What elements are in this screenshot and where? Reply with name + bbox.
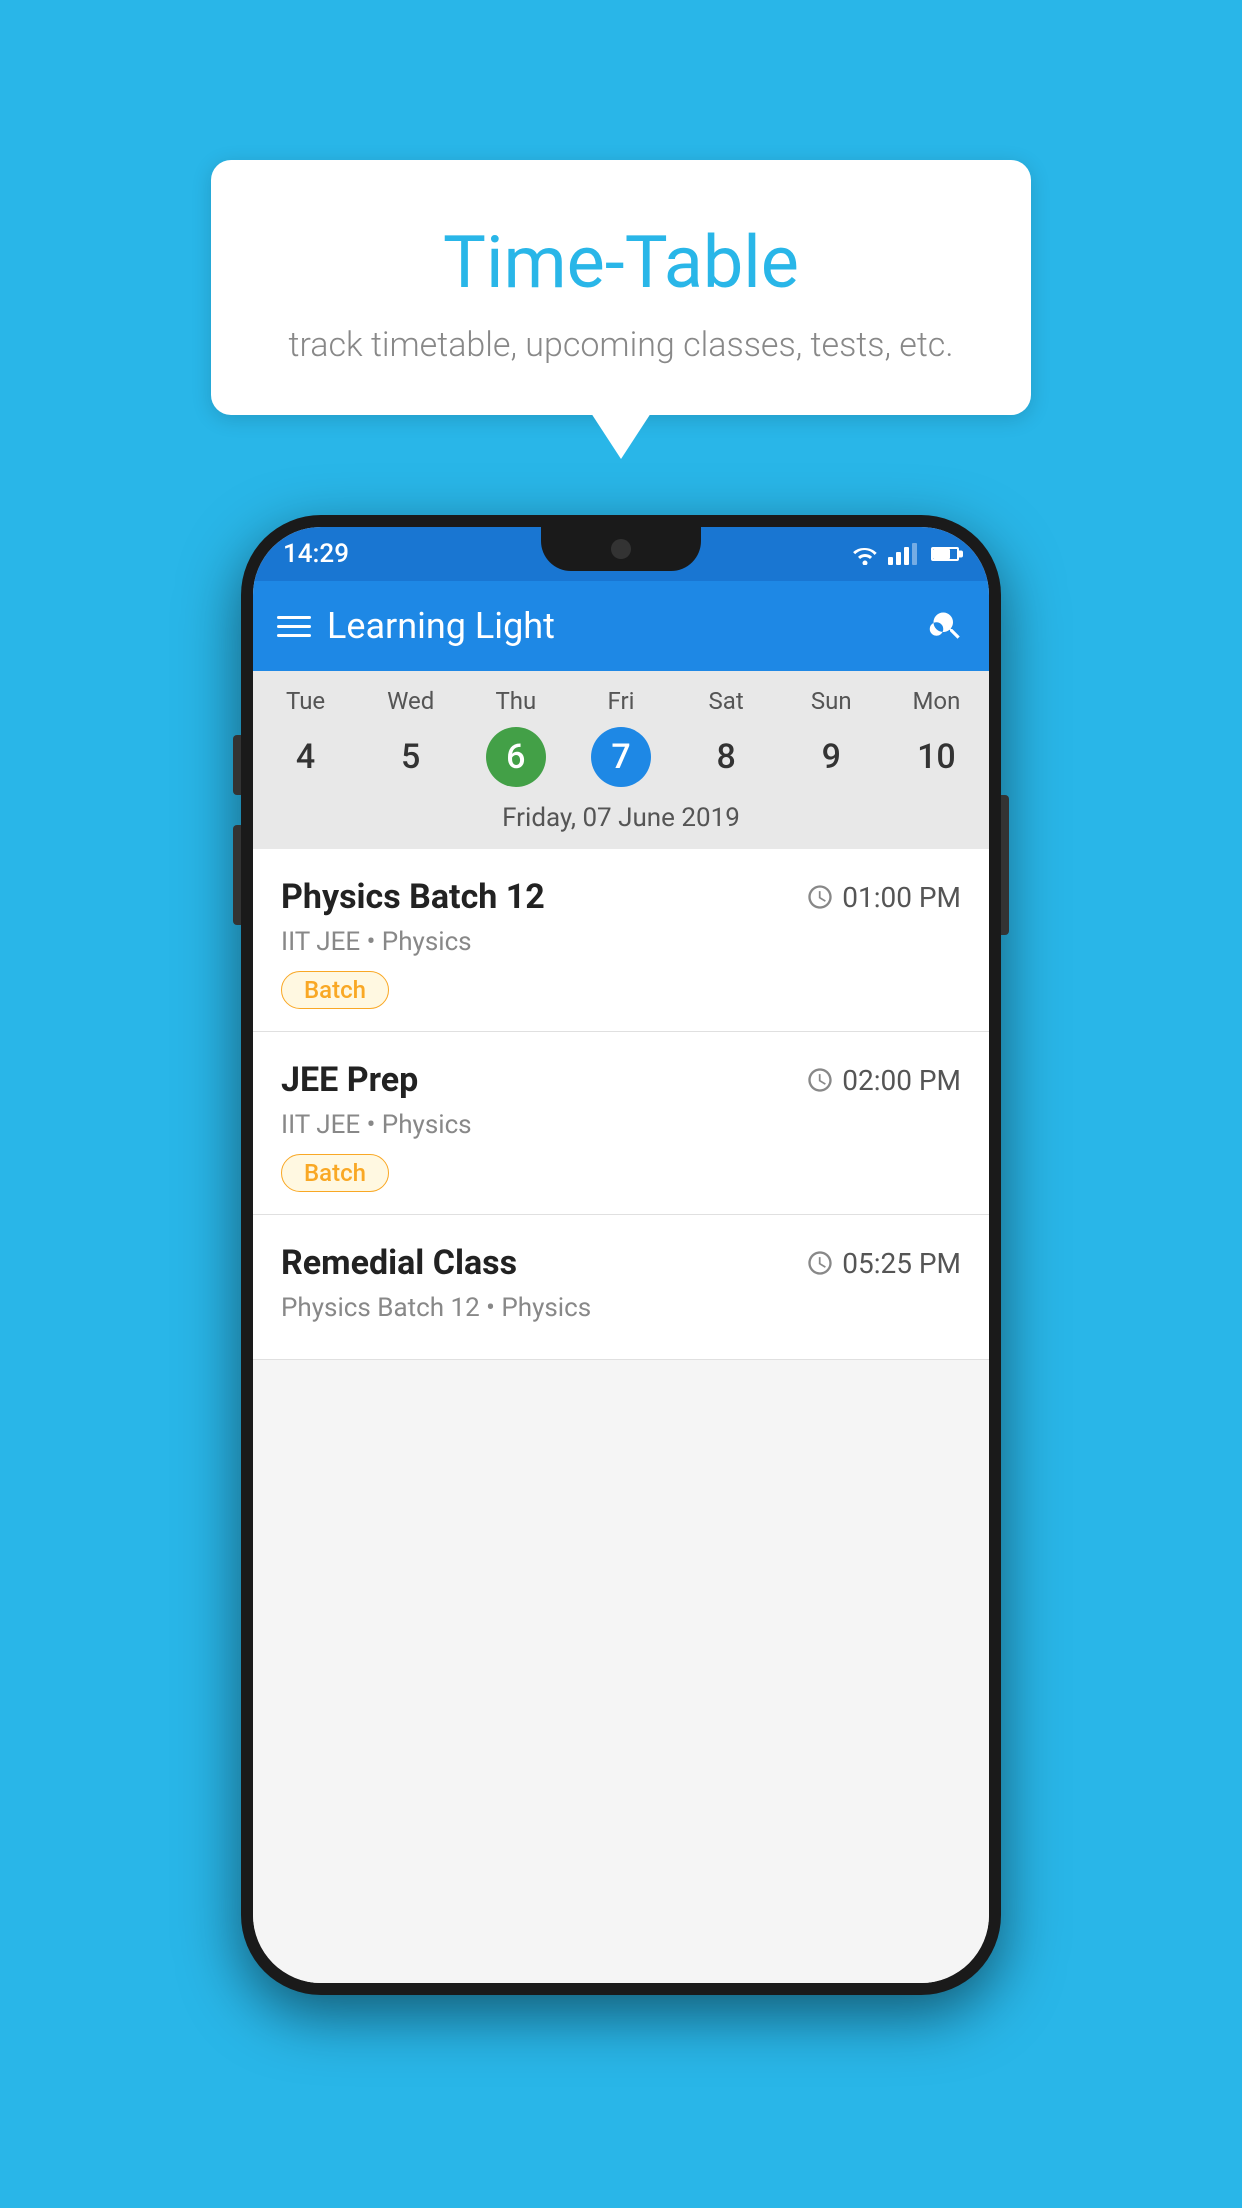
hamburger-line-2 <box>277 625 311 628</box>
battery-fill <box>933 549 950 559</box>
phone-notch <box>541 527 701 571</box>
wifi-icon <box>852 543 878 565</box>
signal-icon <box>888 543 917 565</box>
day-8[interactable]: 8 <box>674 727 779 787</box>
phone-outer: 14:29 <box>241 515 1001 1995</box>
hamburger-menu-icon[interactable] <box>277 616 311 637</box>
tooltip-subtitle: track timetable, upcoming classes, tests… <box>261 325 981 365</box>
hamburger-line-1 <box>277 616 311 619</box>
phone-button-left2 <box>233 825 241 925</box>
phone-button-left1 <box>233 735 241 795</box>
clock-icon-2 <box>806 1066 834 1094</box>
day-9[interactable]: 9 <box>779 727 884 787</box>
schedule-item-1-meta: IIT JEE • Physics <box>281 927 961 957</box>
hamburger-line-3 <box>277 634 311 637</box>
clock-icon-1 <box>806 883 834 911</box>
day-header-wed: Wed <box>358 687 463 715</box>
schedule-item-1-time: 01:00 PM <box>806 881 961 914</box>
schedule-item-3-name: Remedial Class <box>281 1243 517 1283</box>
schedule-item-3-meta: Physics Batch 12 • Physics <box>281 1293 961 1323</box>
app-bar: Learning Light <box>253 581 989 671</box>
status-time: 14:29 <box>283 539 349 569</box>
day-header-tue: Tue <box>253 687 358 715</box>
day-numbers: 4 5 6 7 8 9 10 <box>253 721 989 797</box>
app-title: Learning Light <box>327 605 929 647</box>
day-10[interactable]: 10 <box>884 727 989 787</box>
phone-mockup: 14:29 <box>241 515 1001 1995</box>
day-header-mon: Mon <box>884 687 989 715</box>
day-header-sun: Sun <box>779 687 884 715</box>
selected-date-label: Friday, 07 June 2019 <box>253 797 989 849</box>
status-icons <box>852 543 959 565</box>
day-7-selected[interactable]: 7 <box>591 727 651 787</box>
phone-button-right <box>1001 795 1009 935</box>
schedule-item-2-name: JEE Prep <box>281 1060 418 1100</box>
schedule-item-2[interactable]: JEE Prep 02:00 PM IIT JEE • Physics Batc… <box>253 1032 989 1215</box>
tooltip-card: Time-Table track timetable, upcoming cla… <box>211 160 1031 415</box>
clock-icon-3 <box>806 1249 834 1277</box>
schedule-item-1-name: Physics Batch 12 <box>281 877 545 917</box>
day-header-thu: Thu <box>463 687 568 715</box>
battery-icon <box>931 547 959 561</box>
calendar-strip: Tue Wed Thu Fri Sat Sun Mon 4 5 6 7 8 9 … <box>253 671 989 849</box>
phone-screen: 14:29 <box>253 527 989 1983</box>
schedule-item-3-time: 05:25 PM <box>806 1247 961 1280</box>
schedule-item-1[interactable]: Physics Batch 12 01:00 PM IIT JEE • Phys… <box>253 849 989 1032</box>
schedule-item-2-header: JEE Prep 02:00 PM <box>281 1060 961 1100</box>
tooltip-title: Time-Table <box>261 220 981 305</box>
schedule-item-2-meta: IIT JEE • Physics <box>281 1110 961 1140</box>
day-4[interactable]: 4 <box>253 727 358 787</box>
schedule-item-1-badge: Batch <box>281 971 389 1009</box>
schedule-item-3-header: Remedial Class 05:25 PM <box>281 1243 961 1283</box>
day-6-today[interactable]: 6 <box>486 727 546 787</box>
schedule-list: Physics Batch 12 01:00 PM IIT JEE • Phys… <box>253 849 989 1983</box>
day-header-fri: Fri <box>568 687 673 715</box>
schedule-item-3[interactable]: Remedial Class 05:25 PM Physics Batch 12… <box>253 1215 989 1360</box>
phone-camera <box>611 539 631 559</box>
schedule-item-2-time: 02:00 PM <box>806 1064 961 1097</box>
day-header-sat: Sat <box>674 687 779 715</box>
schedule-item-2-badge: Batch <box>281 1154 389 1192</box>
schedule-item-1-header: Physics Batch 12 01:00 PM <box>281 877 961 917</box>
search-icon[interactable] <box>929 608 965 644</box>
day-5[interactable]: 5 <box>358 727 463 787</box>
day-headers: Tue Wed Thu Fri Sat Sun Mon <box>253 671 989 721</box>
